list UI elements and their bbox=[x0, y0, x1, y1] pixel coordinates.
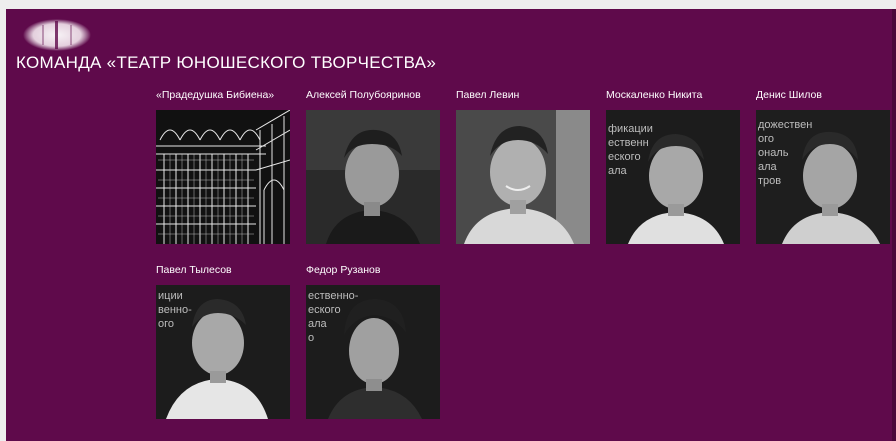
svg-text:дожествен: дожествен bbox=[758, 119, 812, 131]
portrait-image[interactable]: дожествен ого ональ ала тров bbox=[756, 110, 890, 244]
portrait-image[interactable]: ественно- еского ала о bbox=[306, 285, 440, 419]
team-member-name: «Прадедушка Бибиена» bbox=[156, 89, 275, 101]
svg-text:венно-: венно- bbox=[158, 304, 192, 316]
svg-text:тров: тров bbox=[758, 175, 781, 187]
team-member-name: Федор Рузанов bbox=[306, 264, 381, 276]
circle-logo-icon[interactable] bbox=[20, 19, 94, 51]
svg-text:ала: ала bbox=[308, 318, 328, 330]
svg-text:ественно-: ественно- bbox=[308, 290, 359, 302]
page-frame: КОМАНДА «ТЕАТР ЮНОШЕСКОГО ТВОРЧЕСТВА» «П… bbox=[0, 0, 896, 441]
portrait-image[interactable] bbox=[306, 110, 440, 244]
page-title: КОМАНДА «ТЕАТР ЮНОШЕСКОГО ТВОРЧЕСТВА» bbox=[16, 53, 437, 72]
svg-text:ала: ала bbox=[758, 161, 778, 173]
portrait-image[interactable]: фикации ественн еского ала bbox=[606, 110, 740, 244]
svg-text:ественн: ественн bbox=[608, 137, 649, 149]
team-member-name: Денис Шилов bbox=[756, 89, 822, 101]
svg-text:иции: иции bbox=[158, 290, 183, 302]
theatre-drawing-image[interactable] bbox=[156, 110, 290, 244]
portrait-image[interactable] bbox=[456, 110, 590, 244]
team-section: КОМАНДА «ТЕАТР ЮНОШЕСКОГО ТВОРЧЕСТВА» «П… bbox=[6, 9, 896, 441]
scrollbar[interactable] bbox=[892, 9, 896, 441]
svg-text:еского: еского bbox=[608, 151, 641, 163]
team-member-name: Москаленко Никита bbox=[606, 89, 703, 101]
svg-text:ональ: ональ bbox=[758, 147, 789, 159]
team-member-name: Павел Левин bbox=[456, 89, 520, 101]
svg-text:еского: еского bbox=[308, 304, 341, 316]
svg-text:ого: ого bbox=[758, 133, 774, 145]
svg-text:ала: ала bbox=[608, 165, 628, 177]
portrait-image[interactable]: иции венно- ого bbox=[156, 285, 290, 419]
svg-text:ого: ого bbox=[158, 318, 174, 330]
svg-text:фикации: фикации bbox=[608, 123, 653, 135]
svg-text:о: о bbox=[308, 332, 314, 344]
team-member-name: Алексей Полубояринов bbox=[306, 89, 421, 101]
team-member-name: Павел Тылесов bbox=[156, 264, 232, 276]
